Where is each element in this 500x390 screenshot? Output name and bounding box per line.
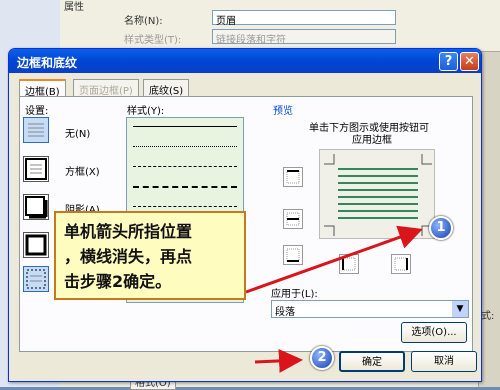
instruction-callout: 单机箭头所指位置 ，横线消失，再点 击步骤2确定。 (54, 211, 246, 300)
arrow-to-ok (254, 348, 303, 373)
step-1-badge: 1 (429, 216, 453, 240)
callout-line2: ，横线消失，再点 (64, 247, 193, 266)
arrow-to-preview (245, 225, 423, 294)
annotation-arrows (245, 225, 423, 373)
callout-line3: 击步骤2确定。 (64, 272, 172, 291)
callout-line1: 单机箭头所指位置 (64, 222, 193, 241)
step-2-badge: 2 (310, 346, 334, 370)
